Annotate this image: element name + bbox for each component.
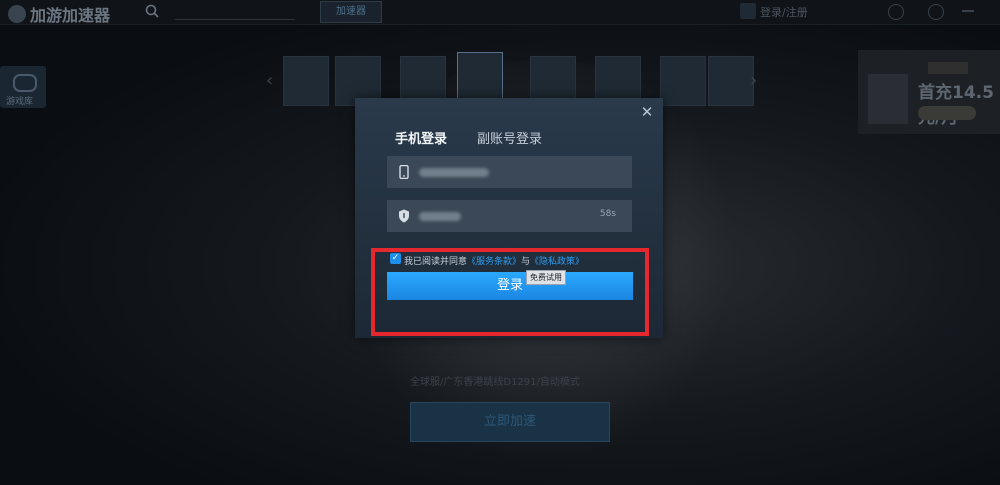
server-info: 全球服/广东香港跳线D1291/自动模式 <box>410 377 580 388</box>
carousel-prev-icon[interactable]: ‹ <box>266 70 273 91</box>
phone-number-value-redacted <box>419 168 489 177</box>
verification-code-field[interactable]: 58s <box>387 200 632 232</box>
gamepad-icon <box>13 74 37 92</box>
sidebar-item-label: 游戏库 <box>6 97 34 107</box>
search-button[interactable]: 加速器 <box>320 1 382 23</box>
login-register-link[interactable]: 登录/注册 <box>760 4 808 20</box>
promo-badge <box>918 106 976 120</box>
user-avatar-icon[interactable] <box>740 3 756 19</box>
promo-tag <box>928 62 968 74</box>
game-thumbnail[interactable] <box>708 56 754 106</box>
tab-phone-login[interactable]: 手机登录 <box>395 128 447 147</box>
carousel-next-icon[interactable]: › <box>750 70 757 91</box>
tab-sub-account-login[interactable]: 副账号登录 <box>477 128 542 147</box>
logo-icon <box>8 5 26 23</box>
close-icon[interactable]: ✕ <box>639 104 655 120</box>
highlight-box <box>371 248 649 336</box>
phone-icon <box>399 165 409 179</box>
accelerate-button-label: 立即加速 <box>483 414 536 429</box>
app-logo: 加游加速器 <box>8 2 110 26</box>
accelerate-button[interactable]: 立即加速 <box>410 402 610 442</box>
sidebar-item-game-library[interactable]: 游戏库 <box>0 66 46 108</box>
search-icon[interactable] <box>145 4 159 18</box>
headset-icon[interactable] <box>888 4 904 20</box>
game-thumbnail[interactable] <box>660 56 706 106</box>
settings-icon[interactable] <box>928 4 944 20</box>
gift-box-icon <box>868 74 908 124</box>
promo-text: 首充14.5元/月 <box>918 83 994 128</box>
promo-banner[interactable]: 首充14.5元/月 <box>858 50 1000 134</box>
resend-countdown: 58s <box>599 209 616 219</box>
verification-code-value-redacted <box>419 212 461 221</box>
phone-number-field[interactable] <box>387 156 632 188</box>
shield-icon <box>399 209 409 223</box>
search-input[interactable] <box>175 3 295 20</box>
top-bar: 加游加速器 加速器 登录/注册 <box>0 0 1000 25</box>
app-name: 加游加速器 <box>30 6 111 25</box>
minimize-icon[interactable] <box>962 10 974 12</box>
game-thumbnail[interactable] <box>283 56 329 106</box>
